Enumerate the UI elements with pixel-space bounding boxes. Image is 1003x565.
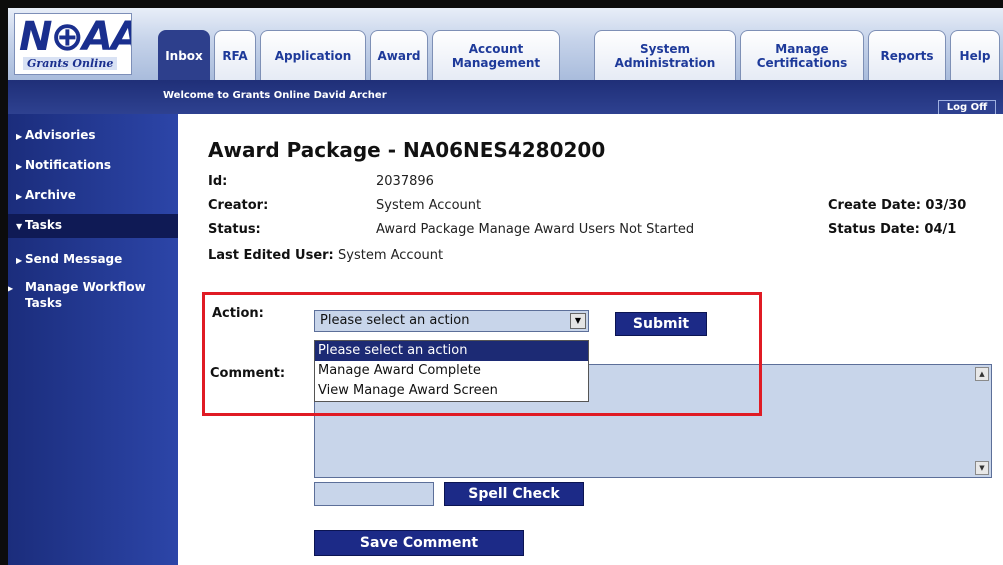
app-frame: N⊕AA Grants Online Inbox RFA Application… (0, 0, 1003, 565)
scroll-up-icon[interactable]: ▲ (975, 367, 989, 381)
page-title: Award Package - NA06NES4280200 (208, 138, 606, 162)
tab-award[interactable]: Award (370, 30, 428, 80)
triangle-right-icon: ▶ (7, 284, 14, 293)
spell-check-input[interactable] (314, 482, 434, 506)
tab-inbox[interactable]: Inbox (158, 30, 210, 80)
welcome-bar: Welcome to Grants Online David Archer Lo… (8, 80, 1003, 116)
id-value: 2037896 (376, 174, 434, 189)
tab-manage-certifications[interactable]: Manage Certifications (740, 30, 864, 80)
triangle-down-icon: ▼ (16, 222, 23, 231)
sidebar: ▶ Advisories ▶ Notifications ▶ Archive ▼ Tas… (8, 114, 178, 565)
sidebar-item-label: Notifications (25, 158, 112, 172)
sidebar-item-label: Advisories (25, 128, 96, 142)
sidebar-item-label: Archive (25, 188, 76, 202)
sidebar-item-label: Send Message (25, 252, 123, 266)
status-date-label: Status Date: 04/1 (828, 222, 957, 237)
logo-mark: N⊕AA (19, 14, 132, 60)
sidebar-item-advisories[interactable]: ▶ Advisories (8, 128, 178, 144)
sidebar-item-label: Tasks (25, 218, 63, 232)
sidebar-item-manage-workflow-tasks[interactable]: ▶ Manage Workflow Tasks (8, 280, 173, 311)
scroll-down-icon[interactable]: ▼ (975, 461, 989, 475)
tab-help[interactable]: Help (950, 30, 1000, 80)
triangle-right-icon: ▶ (16, 162, 23, 171)
id-label: Id: (208, 174, 228, 189)
status-label: Status: (208, 222, 261, 237)
noaa-logo[interactable]: N⊕AA Grants Online (14, 13, 132, 75)
tab-account-management[interactable]: Account Management (432, 30, 560, 80)
tab-system-administration[interactable]: System Administration (594, 30, 736, 80)
status-value: Award Package Manage Award Users Not Sta… (376, 222, 695, 237)
tab-rfa[interactable]: RFA (214, 30, 256, 80)
sidebar-item-notifications[interactable]: ▶ Notifications (8, 158, 178, 174)
tab-application[interactable]: Application (260, 30, 366, 80)
tab-reports[interactable]: Reports (868, 30, 946, 80)
triangle-right-icon: ▶ (16, 256, 23, 265)
spell-check-button[interactable]: Spell Check (444, 482, 584, 506)
sidebar-item-send-message[interactable]: ▶ Send Message (8, 252, 178, 268)
triangle-right-icon: ▶ (16, 192, 23, 201)
header: N⊕AA Grants Online Inbox RFA Application… (8, 8, 1003, 80)
sidebar-item-tasks[interactable]: ▼ Tasks (8, 214, 178, 238)
sidebar-item-archive[interactable]: ▶ Archive (8, 188, 178, 204)
welcome-message: Welcome to Grants Online David Archer (163, 90, 387, 101)
create-date-label: Create Date: 03/30 (828, 198, 967, 213)
save-comment-button[interactable]: Save Comment (314, 530, 524, 556)
triangle-right-icon: ▶ (16, 132, 23, 141)
creator-value: System Account (376, 198, 482, 213)
logo-subtitle: Grants Online (23, 57, 118, 70)
last-edited-value: System Account (338, 248, 444, 263)
last-edited-label: Last Edited User: (208, 248, 334, 263)
main-content: Award Package - NA06NES4280200 Id: 20378… (178, 114, 1003, 565)
sidebar-item-label: Manage Workflow Tasks (25, 280, 146, 310)
highlight-box (202, 292, 762, 416)
creator-label: Creator: (208, 198, 269, 213)
